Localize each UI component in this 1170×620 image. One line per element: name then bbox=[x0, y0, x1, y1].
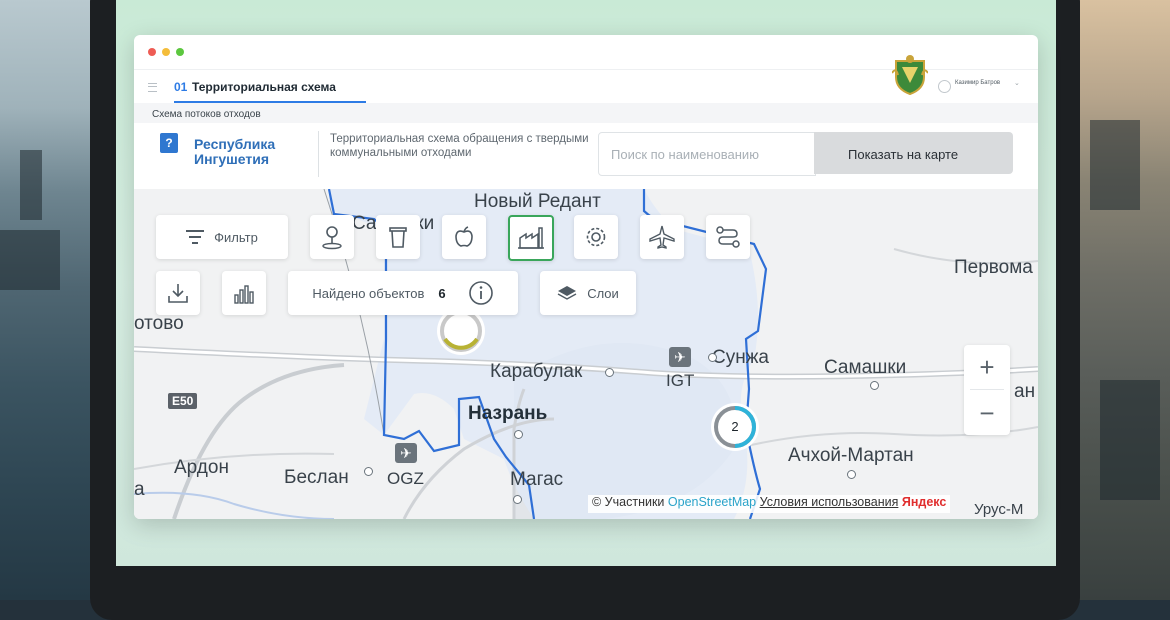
apple-icon bbox=[455, 226, 473, 247]
building-silhouette bbox=[20, 150, 42, 220]
tab-territorial-scheme[interactable]: Территориальная схема bbox=[192, 80, 336, 94]
organic-waste-button[interactable] bbox=[442, 215, 486, 259]
user-name[interactable]: Казимир Батров bbox=[955, 80, 1000, 86]
road-badge-e50: E50 bbox=[168, 393, 198, 409]
subheader-title: Схема потоков отходов bbox=[152, 109, 261, 120]
statistics-button[interactable] bbox=[222, 271, 266, 315]
zoom-in-button[interactable]: + bbox=[964, 345, 1010, 389]
app-window: 01 Территориальная схема Казимир Батров … bbox=[134, 35, 1038, 519]
zoom-divider bbox=[970, 389, 1004, 390]
building-silhouette bbox=[1100, 380, 1160, 500]
factory-icon bbox=[518, 227, 544, 249]
location-pin-button[interactable] bbox=[310, 215, 354, 259]
place-beslan: Беслан bbox=[284, 467, 349, 488]
city-dot bbox=[364, 467, 373, 476]
place-samashki: Самашки bbox=[824, 357, 907, 378]
coat-of-arms-logo bbox=[892, 55, 928, 95]
route-icon bbox=[716, 226, 740, 248]
settings-button[interactable] bbox=[574, 215, 618, 259]
terms-link[interactable]: Условия использования bbox=[760, 495, 899, 509]
layers-label: Слои bbox=[587, 285, 619, 301]
factory-button[interactable] bbox=[508, 215, 554, 261]
city-dot bbox=[708, 353, 717, 362]
region-flag-icon: ? bbox=[160, 133, 178, 153]
osm-link[interactable]: OpenStreetMap bbox=[668, 495, 756, 509]
menu-icon[interactable] bbox=[148, 83, 157, 92]
place-ardon: Ардон bbox=[174, 457, 229, 478]
header-divider bbox=[318, 131, 319, 177]
city-dot bbox=[513, 495, 522, 504]
attribution-prefix: © Участники bbox=[592, 495, 665, 509]
scheme-description: Территориальная схема обращения с тверды… bbox=[330, 133, 589, 159]
place-edge-right: ан bbox=[1014, 381, 1036, 402]
maximize-window-dot[interactable] bbox=[176, 48, 184, 56]
filter-label: Фильтр bbox=[214, 229, 258, 245]
download-button[interactable] bbox=[156, 271, 200, 315]
airport-icon[interactable]: ✈ bbox=[395, 443, 417, 463]
airports-button[interactable] bbox=[640, 215, 684, 259]
place-novy-redant: Новый Редант bbox=[474, 191, 601, 212]
tab-number: 01 bbox=[174, 80, 188, 94]
filter-icon bbox=[186, 230, 205, 244]
city-dot bbox=[514, 430, 523, 439]
city-dot bbox=[847, 470, 856, 479]
subheader-bar bbox=[134, 103, 1038, 123]
airplane-icon bbox=[649, 225, 675, 249]
building-silhouette bbox=[0, 230, 60, 290]
chevron-down-icon[interactable]: ⌄ bbox=[1014, 79, 1020, 87]
place-edge-label: а bbox=[134, 479, 145, 500]
place-igt: IGT bbox=[666, 371, 695, 390]
search-placeholder: Поиск по наименованию bbox=[611, 147, 759, 162]
map-view[interactable]: Новый Редант Самашки Первома отово Караб… bbox=[134, 189, 1038, 519]
gear-icon bbox=[586, 227, 606, 247]
place-magas: Магас bbox=[510, 469, 564, 490]
place-ogz: OGZ bbox=[387, 469, 424, 488]
city-dot bbox=[870, 381, 879, 390]
place-urus-martan: Урус-М bbox=[974, 501, 1024, 518]
trash-bin-icon bbox=[389, 227, 407, 248]
zoom-out-button[interactable]: − bbox=[964, 391, 1010, 435]
download-icon bbox=[168, 284, 188, 303]
cluster-marker[interactable]: 2 bbox=[711, 403, 759, 451]
found-objects-count: 6 bbox=[438, 285, 446, 301]
map-attribution: © Участники OpenStreetMap Условия исполь… bbox=[588, 495, 951, 513]
location-pin-icon bbox=[322, 226, 342, 250]
info-icon[interactable] bbox=[468, 280, 494, 306]
found-objects-panel: Найдено объектов 6 bbox=[288, 271, 518, 315]
show-on-map-label: Показать на карте bbox=[848, 147, 959, 162]
place-sunzha: Сунжа bbox=[712, 347, 769, 368]
user-avatar-icon[interactable] bbox=[938, 80, 951, 93]
found-objects-label: Найдено объектов bbox=[312, 285, 425, 301]
trash-bin-button[interactable] bbox=[376, 215, 420, 259]
place-karabulak: Карабулак bbox=[490, 361, 583, 382]
place-otovo: отово bbox=[134, 313, 184, 334]
place-nazran: Назрань bbox=[468, 403, 548, 424]
yandex-logo[interactable]: Яндекс bbox=[902, 495, 946, 509]
airport-icon[interactable]: ✈ bbox=[669, 347, 691, 367]
minimize-window-dot[interactable] bbox=[162, 48, 170, 56]
place-pervomayskoe: Первома bbox=[954, 257, 1033, 278]
close-window-dot[interactable] bbox=[148, 48, 156, 56]
building-silhouette bbox=[1090, 120, 1140, 210]
layers-button[interactable]: Слои bbox=[540, 271, 636, 315]
layers-icon bbox=[557, 286, 577, 300]
zoom-control: + − bbox=[964, 345, 1010, 435]
cluster-count: 2 bbox=[731, 419, 739, 434]
filter-button[interactable]: Фильтр bbox=[156, 215, 288, 259]
city-dot bbox=[605, 368, 614, 377]
region-name: Республика Ингушетия bbox=[194, 136, 276, 167]
routes-button[interactable] bbox=[706, 215, 750, 259]
bar-chart-icon bbox=[234, 285, 254, 304]
place-achkhoy-martan: Ачхой-Мартан bbox=[788, 445, 914, 466]
